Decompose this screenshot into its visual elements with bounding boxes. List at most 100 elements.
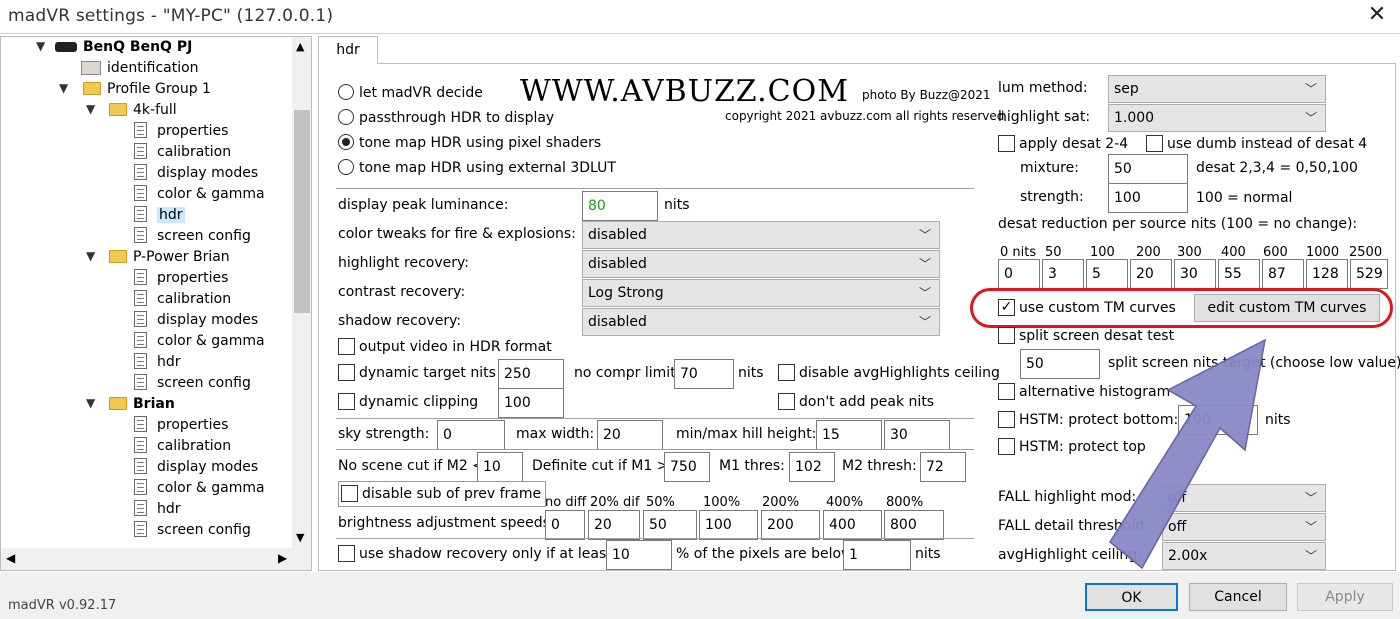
chevron-down-icon[interactable]: ▼	[86, 249, 95, 263]
chevron-down-icon[interactable]: ▼	[86, 102, 95, 116]
split-input[interactable]: 50	[1020, 349, 1100, 379]
sky-input[interactable]: 0	[437, 420, 505, 450]
chevron-down-icon[interactable]: ▼	[86, 396, 95, 410]
max-width-input[interactable]: 20	[597, 420, 663, 450]
nits-input[interactable]: 5	[1086, 259, 1128, 289]
ok-button[interactable]: OK	[1085, 583, 1178, 611]
tab-hdr[interactable]: hdr	[318, 36, 378, 64]
speed-input[interactable]: 200	[761, 510, 820, 540]
tree-profile[interactable]: 4k-full	[109, 100, 177, 120]
tree-horizontal-scrollbar[interactable]	[1, 548, 311, 570]
nits-input[interactable]: 20	[1130, 259, 1172, 289]
mode-radio[interactable]: tone map HDR using external 3DLUT	[338, 158, 616, 178]
tree-identification[interactable]: identification	[81, 58, 199, 78]
mode-radio[interactable]: let madVR decide	[338, 83, 483, 103]
tree-item[interactable]: color & gamma	[134, 478, 265, 498]
tree-item-selected[interactable]: hdr	[134, 205, 185, 225]
apply-button[interactable]: Apply	[1297, 583, 1393, 611]
tree-item[interactable]: properties	[134, 415, 228, 435]
tree-item[interactable]: color & gamma	[134, 331, 265, 351]
settings-tree: ▼ BenQ BenQ PJ identification ▼ Profile …	[0, 36, 312, 571]
dropdown-label: contrast recovery:	[338, 284, 466, 300]
no-compr-input[interactable]: 70	[674, 359, 734, 389]
dynamic-clipping-checkbox[interactable]: dynamic clipping	[338, 392, 478, 412]
output-hdr-checkbox[interactable]: output video in HDR format	[338, 337, 552, 357]
chevron-down-icon[interactable]: ▼	[59, 81, 68, 95]
highlight-sat-select[interactable]: 1.000 ﹀	[1108, 104, 1326, 132]
m2-input[interactable]: 72	[920, 452, 966, 482]
hill-max-input[interactable]: 30	[884, 420, 950, 450]
page-icon	[134, 164, 147, 180]
disable-sub-checkbox[interactable]: disable sub of prev frame	[338, 481, 547, 507]
nits-input[interactable]: 87	[1262, 259, 1304, 289]
scroll-up-icon[interactable]: ▲	[296, 40, 304, 53]
nits-input[interactable]: 0	[998, 259, 1040, 289]
tree-item[interactable]: calibration	[134, 289, 231, 309]
fire-tweaks-select[interactable]: disabled ﹀	[582, 221, 940, 249]
speed-input[interactable]: 0	[545, 510, 585, 540]
desat-24-checkbox[interactable]: apply desat 2-4	[998, 134, 1128, 154]
highlight-recovery-select[interactable]: disabled ﹀	[582, 250, 940, 278]
chevron-down-icon[interactable]: ▼	[36, 39, 45, 53]
tree-item[interactable]: screen config	[134, 520, 251, 540]
chevron-down-icon: ﹀	[1304, 82, 1317, 96]
page-icon	[134, 479, 147, 495]
speed-input[interactable]: 20	[588, 510, 640, 540]
mode-radio-selected[interactable]: tone map HDR using pixel shaders	[338, 133, 601, 153]
tree-item[interactable]: calibration	[134, 142, 231, 162]
speed-input[interactable]: 100	[699, 510, 758, 540]
strength-input[interactable]: 100	[1108, 183, 1188, 213]
peak-input[interactable]: 80	[582, 191, 658, 221]
tree-item[interactable]: calibration	[134, 436, 231, 456]
speed-input[interactable]: 50	[643, 510, 697, 540]
contrast-recovery-select[interactable]: Log Strong ﹀	[582, 279, 940, 307]
dynamic-clipping-input[interactable]: 100	[498, 388, 564, 418]
tree-item[interactable]: hdr	[134, 352, 181, 372]
tree-item[interactable]: display modes	[134, 457, 258, 477]
shadow-only-input[interactable]: 10	[606, 540, 672, 570]
nits-input[interactable]: 3	[1042, 259, 1084, 289]
tree-profile-group[interactable]: Profile Group 1	[83, 79, 211, 99]
tree-item[interactable]: display modes	[134, 310, 258, 330]
m1-input[interactable]: 102	[789, 452, 835, 482]
mode-radio[interactable]: passthrough HDR to display	[338, 108, 554, 128]
hill-min-input[interactable]: 15	[816, 420, 882, 450]
shadow-recovery-select[interactable]: disabled ﹀	[582, 308, 940, 336]
dumb-desat-checkbox[interactable]: use dumb instead of desat 4	[1146, 134, 1367, 154]
tree-item[interactable]: properties	[134, 121, 228, 141]
tree-item[interactable]: screen config	[134, 226, 251, 246]
tree-profile[interactable]: P-Power Brian	[109, 247, 230, 267]
scroll-left-icon[interactable]: ◀	[6, 551, 15, 565]
tree-device[interactable]: BenQ BenQ PJ	[55, 37, 192, 57]
dynamic-target-checkbox[interactable]: dynamic target nits	[338, 363, 496, 383]
disable-avg-checkbox[interactable]: disable avgHighlights ceiling	[778, 363, 1000, 383]
speed-input[interactable]: 800	[884, 510, 944, 540]
tree-scroll-thumb[interactable]	[294, 110, 310, 313]
shadow-only-input2[interactable]: 1	[843, 540, 911, 570]
nits-input[interactable]: 529	[1350, 259, 1388, 289]
dont-add-peak-checkbox[interactable]: don't add peak nits	[778, 392, 934, 412]
scroll-right-icon[interactable]: ▶	[278, 551, 287, 565]
divider	[336, 188, 974, 189]
chevron-down-icon: ﹀	[1304, 491, 1317, 505]
shadow-only-checkbox[interactable]: use shadow recovery only if at least:	[338, 544, 616, 564]
tree-item[interactable]: hdr	[134, 499, 181, 519]
close-icon[interactable]: ✕	[1362, 2, 1392, 27]
tree-item[interactable]: screen config	[134, 373, 251, 393]
tree-item[interactable]: properties	[134, 268, 228, 288]
definite-cut-input[interactable]: 750	[664, 452, 710, 482]
dynamic-target-input[interactable]: 250	[498, 359, 564, 389]
tree-profile[interactable]: Brian	[109, 394, 175, 414]
nits-input[interactable]: 128	[1306, 259, 1348, 289]
speed-input[interactable]: 400	[823, 510, 882, 540]
nits-input[interactable]: 30	[1174, 259, 1216, 289]
mixture-input[interactable]: 50	[1108, 154, 1188, 184]
scene-cut-input[interactable]: 10	[477, 452, 523, 482]
scroll-down-icon[interactable]: ▼	[296, 531, 304, 544]
lum-method-select[interactable]: sep ﹀	[1108, 75, 1326, 103]
tree-item[interactable]: display modes	[134, 163, 258, 183]
tree-item[interactable]: color & gamma	[134, 184, 265, 204]
nits-input[interactable]: 55	[1218, 259, 1260, 289]
cancel-button[interactable]: Cancel	[1189, 583, 1287, 611]
mixture-note: desat 2,3,4 = 0,50,100	[1196, 160, 1358, 176]
